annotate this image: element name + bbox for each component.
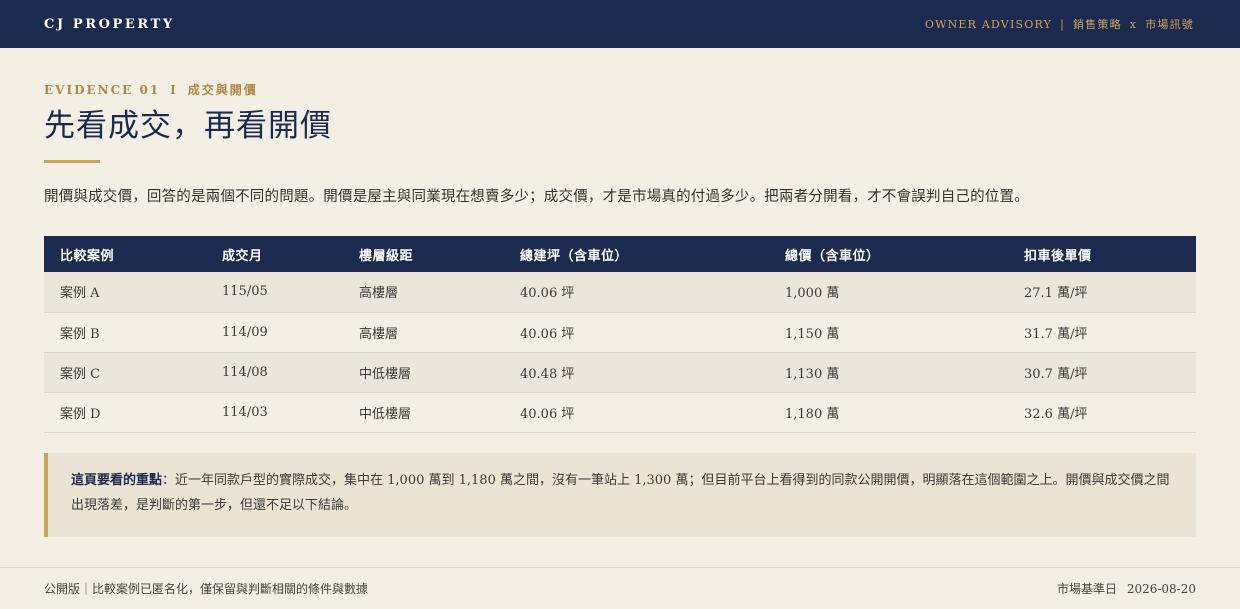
cell-month: 115/05 xyxy=(206,272,343,313)
page-footer: 公開版｜比較案例已匿名化，僅保留與判斷相關的條件與數據 市場基準日 2026-0… xyxy=(0,567,1240,609)
cell-area: 40.06 坪 xyxy=(504,392,769,433)
column-header-floor: 樓層級距 xyxy=(343,236,504,272)
callout-text: ：近一年同款戶型的實際成交，集中在 1,000 萬到 1,180 萬之間，沒有一… xyxy=(71,472,1170,513)
key-point-callout: 這頁要看的重點：近一年同款戶型的實際成交，集中在 1,000 萬到 1,180 … xyxy=(44,452,1196,537)
page-title: 先看成交，再看開價 xyxy=(44,108,332,144)
cell-area: 40.06 坪 xyxy=(504,272,769,313)
eyebrow-label: EVIDENCE 01 xyxy=(44,82,161,97)
top-bar: CJ PROPERTY OWNER ADVISORY | 銷售策略 x 市場訊號 xyxy=(0,0,1240,48)
cell-unit-price: 27.1 萬/坪 xyxy=(1008,272,1196,313)
nav-cross: x xyxy=(1129,17,1138,31)
main-content: EVIDENCE 01 I 成交與開價 先看成交，再看開價 開價與成交價，回答的… xyxy=(0,81,1240,537)
column-header-case: 比較案例 xyxy=(44,236,206,272)
cell-floor: 中低樓層 xyxy=(343,392,504,433)
cell-price: 1,130 萬 xyxy=(769,352,1008,393)
column-header-month: 成交月 xyxy=(206,236,343,272)
nav-owner-advisory: OWNER ADVISORY xyxy=(924,17,1053,31)
footer-date-value: 2026-08-20 xyxy=(1126,582,1196,596)
callout-label: 這頁要看的重點 xyxy=(71,472,163,488)
table-header-row: 比較案例 成交月 樓層級距 總建坪（含車位） 總價（含車位） 扣車後單價 xyxy=(44,236,1196,272)
cell-case: 案例 D xyxy=(44,392,206,433)
cell-floor: 中低樓層 xyxy=(343,352,504,393)
cell-price: 1,180 萬 xyxy=(769,392,1008,433)
column-header-unit-price: 扣車後單價 xyxy=(1008,236,1196,272)
footer-market-date: 市場基準日 2026-08-20 xyxy=(1057,580,1196,597)
nav-sales-strategy: 銷售策略 xyxy=(1072,18,1122,31)
nav-market-signal: 市場訊號 xyxy=(1145,18,1194,31)
cell-area: 40.06 坪 xyxy=(504,312,769,353)
cell-unit-price: 31.7 萬/坪 xyxy=(1008,312,1196,353)
cell-price: 1,000 萬 xyxy=(769,272,1008,313)
cell-unit-price: 30.7 萬/坪 xyxy=(1008,352,1196,393)
cell-month: 114/09 xyxy=(206,312,343,353)
cell-unit-price: 32.6 萬/坪 xyxy=(1008,392,1196,433)
title-underline xyxy=(44,160,100,163)
eyebrow-topic: 成交與開價 xyxy=(187,83,258,97)
cell-month: 114/08 xyxy=(206,352,343,393)
column-header-area: 總建坪（含車位） xyxy=(504,236,769,272)
section-eyebrow: EVIDENCE 01 I 成交與開價 xyxy=(44,81,1196,98)
column-header-price: 總價（含車位） xyxy=(769,236,1008,272)
intro-paragraph: 開價與成交價，回答的是兩個不同的問題。開價是屋主與同業現在想賣多少；成交價，才是… xyxy=(44,189,1029,205)
nav-divider: | xyxy=(1060,17,1065,31)
table-row: 案例 D 114/03 中低樓層 40.06 坪 1,180 萬 32.6 萬/… xyxy=(44,392,1196,433)
cell-floor: 高樓層 xyxy=(343,312,504,353)
cell-case: 案例 B xyxy=(44,312,206,353)
cell-area: 40.48 坪 xyxy=(504,352,769,393)
footer-date-label: 市場基準日 xyxy=(1056,582,1117,596)
cell-price: 1,150 萬 xyxy=(769,312,1008,353)
cell-case: 案例 C xyxy=(44,352,206,393)
cell-month: 114/03 xyxy=(206,392,343,433)
eyebrow-divider: I xyxy=(170,82,178,97)
footer-disclaimer: 公開版｜比較案例已匿名化，僅保留與判斷相關的條件與數據 xyxy=(44,582,369,596)
table-row: 案例 A 115/05 高樓層 40.06 坪 1,000 萬 27.1 萬/坪 xyxy=(44,272,1196,313)
brand-logo[interactable]: CJ PROPERTY xyxy=(44,17,175,32)
table-row: 案例 C 114/08 中低樓層 40.48 坪 1,130 萬 30.7 萬/… xyxy=(44,352,1196,393)
header-tagline: OWNER ADVISORY | 銷售策略 x 市場訊號 xyxy=(925,16,1194,32)
cell-floor: 高樓層 xyxy=(343,272,504,313)
comparison-table: 比較案例 成交月 樓層級距 總建坪（含車位） 總價（含車位） 扣車後單價 案例 … xyxy=(44,236,1196,433)
cell-case: 案例 A xyxy=(44,272,206,313)
table-row: 案例 B 114/09 高樓層 40.06 坪 1,150 萬 31.7 萬/坪 xyxy=(44,312,1196,353)
